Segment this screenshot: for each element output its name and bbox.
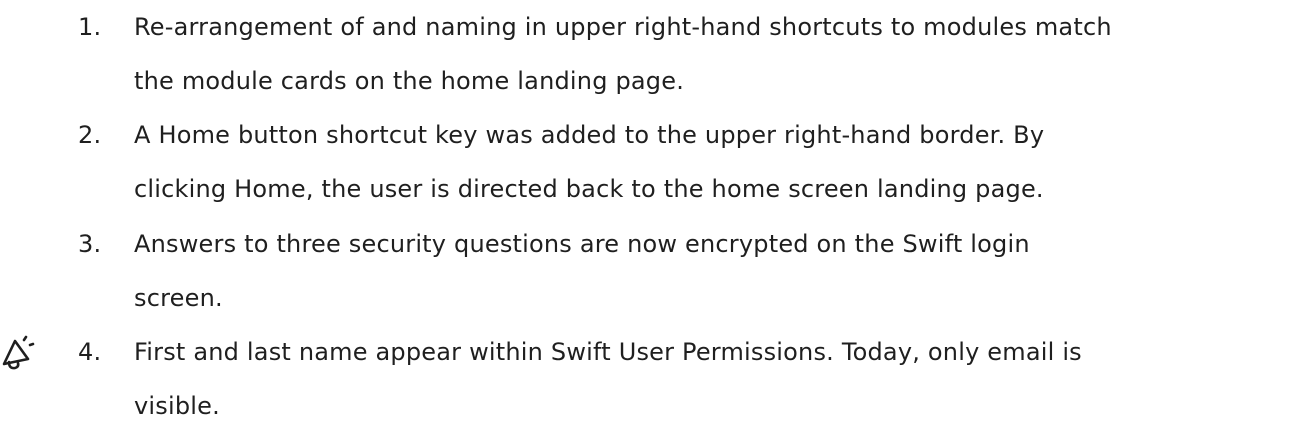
list-item-text: First and last name appear within Swift … — [134, 325, 1284, 433]
list-item-line: screen. — [134, 284, 223, 312]
list-item-number: 2. — [78, 121, 102, 149]
list-item-line: Re-arrangement of and naming in upper ri… — [134, 13, 1112, 41]
megaphone-icon — [2, 335, 35, 370]
list-item-number: 4. — [78, 338, 102, 366]
list-item-number: 1. — [78, 13, 102, 41]
list-item-line: Answers to three security questions are … — [134, 230, 1030, 258]
list-item-text: A Home button shortcut key was added to … — [134, 108, 1284, 216]
list-item-line: visible. — [134, 392, 220, 420]
list-item-line: A Home button shortcut key was added to … — [134, 121, 1045, 149]
list-item-line: the module cards on the home landing pag… — [134, 67, 685, 95]
list-item-line: clicking Home, the user is directed back… — [134, 175, 1044, 203]
numbered-list: 1. Re-arrangement of and naming in upper… — [0, 0, 1291, 440]
list-item-number: 3. — [78, 230, 102, 258]
list-item-line: First and last name appear within Swift … — [134, 338, 1082, 366]
list-item-text: Answers to three security questions are … — [134, 217, 1284, 325]
list-item-text: Re-arrangement of and naming in upper ri… — [134, 0, 1284, 108]
